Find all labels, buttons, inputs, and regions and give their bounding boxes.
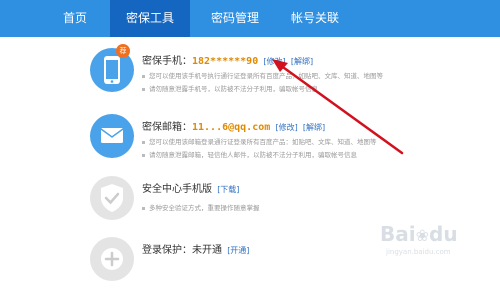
baidu-watermark: Bai❀du jingyan.baidu.com	[380, 222, 458, 256]
